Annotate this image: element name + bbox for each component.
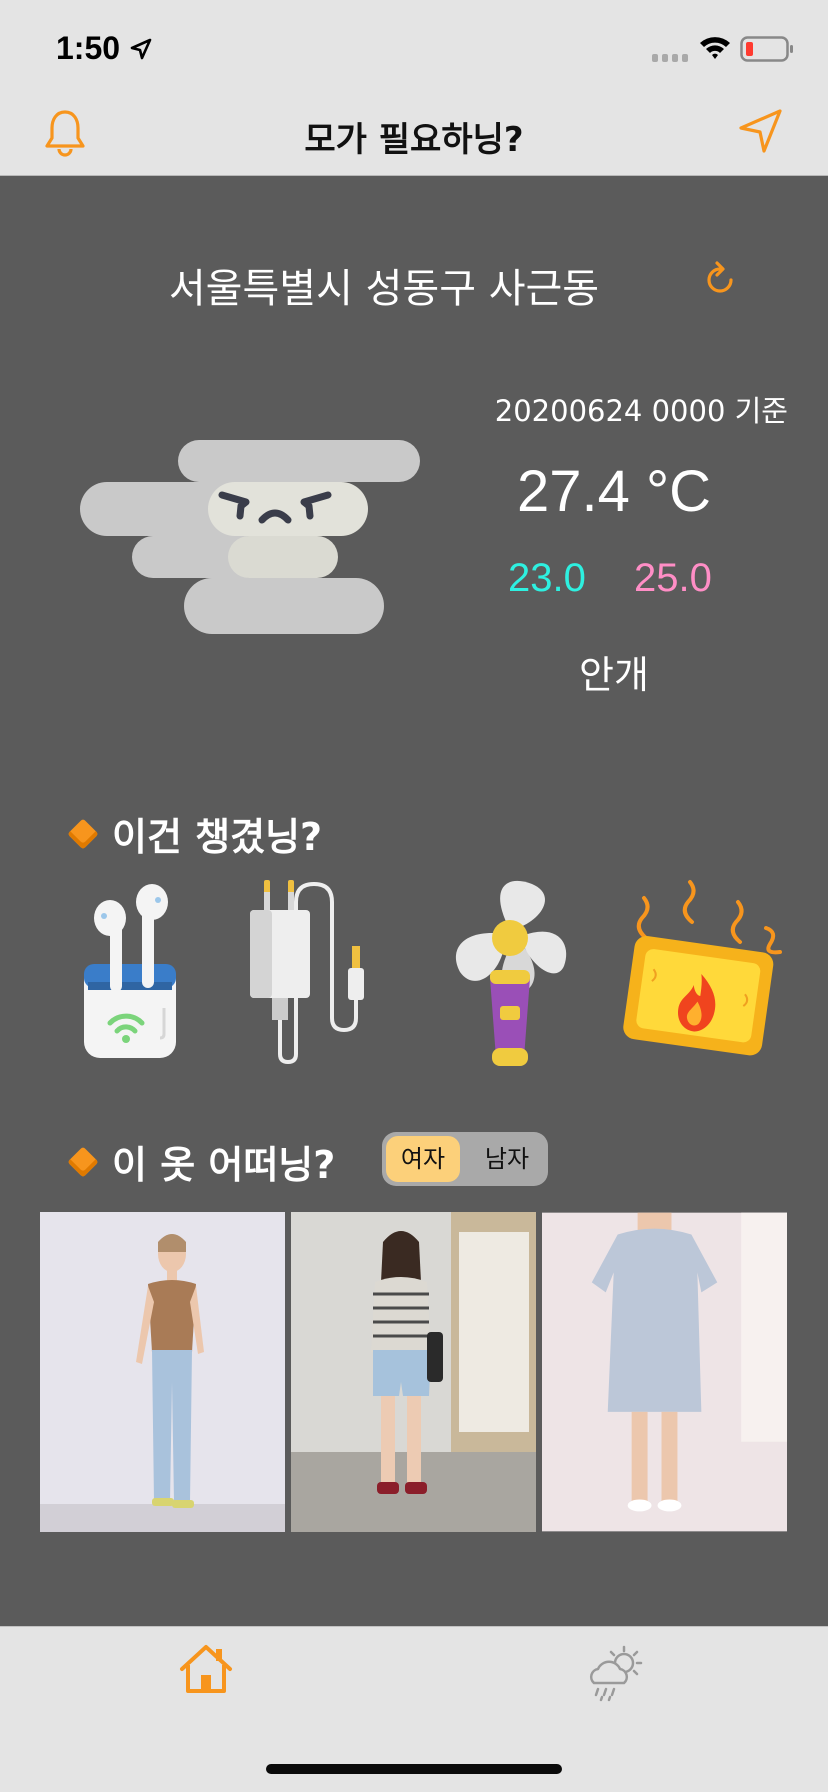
wifi-icon [700, 37, 730, 59]
angry-fog-cloud-icon [80, 440, 420, 634]
earbuds-icon[interactable] [82, 878, 182, 1058]
items-list [0, 878, 828, 1078]
toggle-female[interactable]: 여자 [386, 1136, 460, 1182]
weather-icon[interactable] [584, 1643, 650, 1703]
outfit-section-label: 이 옷 어떠닝? [112, 1143, 336, 1187]
outfit-section-title: 이 옷 어떠닝? [66, 1134, 335, 1189]
location-address: 서울특별시 성동구 사근동 [168, 266, 600, 312]
outfit-image[interactable] [542, 1212, 787, 1532]
send-location-icon[interactable] [736, 106, 786, 156]
signal-icon [652, 54, 688, 62]
outfit-image[interactable] [40, 1212, 285, 1532]
toggle-male[interactable]: 남자 [470, 1136, 544, 1182]
home-indicator[interactable] [266, 1764, 562, 1774]
heat-pack-icon[interactable] [620, 878, 790, 1058]
diamond-icon [67, 817, 99, 850]
base-time: 20200624 0000 기준 [494, 394, 788, 428]
items-section-title: 이건 챙겼닝? [66, 806, 322, 861]
gender-toggle[interactable]: 여자 남자 [382, 1132, 548, 1186]
navigation-bar: 모가 필요하닝? [0, 96, 828, 176]
outfit-image[interactable] [291, 1212, 536, 1532]
current-temperature: 27.4 °C [516, 459, 712, 524]
weather-condition: 안개 [579, 653, 649, 697]
page-title: 모가 필요하닝? [304, 120, 524, 160]
handheld-fan-icon[interactable] [448, 878, 572, 1068]
refresh-icon[interactable] [700, 260, 740, 300]
items-section-label: 이건 챙겼닝? [112, 815, 323, 859]
home-icon[interactable] [178, 1643, 234, 1695]
min-temperature: 23.0 [508, 556, 586, 600]
diamond-icon [67, 1145, 99, 1178]
location-arrow-icon [130, 38, 152, 60]
status-time: 1:50 [56, 30, 121, 66]
max-temperature: 25.0 [634, 556, 712, 600]
charger-icon[interactable] [248, 878, 388, 1068]
battery-icon [740, 36, 793, 62]
status-bar: 1:50 [0, 0, 828, 96]
